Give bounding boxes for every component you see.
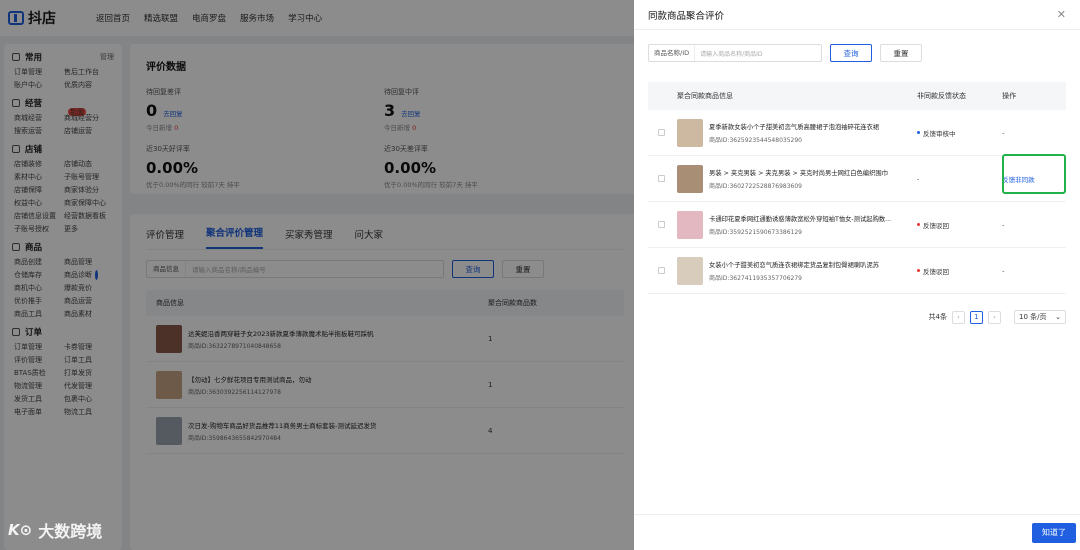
product-thumbnail[interactable]	[677, 164, 704, 193]
product-title: 卡通印花夏季网红通勤诱惑薄款宽松外穿短袖T恤女-测试起购数...	[709, 215, 892, 223]
action-placeholder: -	[1002, 267, 1005, 275]
same-product-drawer: 同款商品聚合评价 ✕ 商品名称/ID 请输入商品名称/商品ID 查询 重置 聚合…	[634, 0, 1080, 550]
modal-overlay[interactable]: K⊙ 大数跨境	[0, 0, 634, 550]
search-label: 商品名称/ID	[649, 45, 696, 61]
highlight-box	[1002, 154, 1066, 194]
watermark: K⊙ 大数跨境	[8, 518, 102, 542]
status-text: 反馈审核中	[923, 129, 956, 138]
status-text: 反馈驳回	[923, 267, 949, 276]
pagination-total: 共4条	[928, 313, 947, 321]
drawer-title: 同款商品聚合评价	[648, 10, 725, 22]
feedback-status: -	[917, 175, 1002, 183]
page-size-value: 10 条/页	[1019, 313, 1047, 321]
got-it-button[interactable]: 知道了	[1032, 522, 1076, 543]
column-header: 聚合同款商品信息	[677, 92, 734, 100]
watermark-text: 大数跨境	[38, 522, 103, 541]
table-row: 夏季新款女装小个子甜美初恋气质高腰裙子泡泡袖碎花连衣裙 商品ID:36259235…	[648, 110, 1066, 156]
product-title: 女装小个子甜美初恋气质连衣裙绑定货品复制包臀裙喇叭泥苏	[709, 261, 880, 269]
page-size-select[interactable]: 10 条/页 ⌄	[1014, 310, 1066, 324]
product-id: 商品ID:3592521590673386129	[709, 228, 802, 236]
feedback-status: 反馈驳回	[917, 220, 1002, 230]
row-checkbox[interactable]	[658, 267, 665, 274]
prev-page-icon[interactable]: ‹	[952, 310, 965, 324]
drawer-query-button[interactable]: 查询	[830, 44, 872, 62]
watermark-logo-icon: K⊙	[8, 521, 33, 539]
product-thumbnail[interactable]	[677, 256, 704, 285]
action-placeholder: -	[1002, 221, 1005, 229]
status-dot-icon	[917, 269, 920, 272]
search-placeholder: 请输入商品名称/商品ID	[700, 50, 763, 58]
feedback-status: 反馈驳回	[917, 266, 1002, 276]
column-header: 操作	[1002, 92, 1017, 100]
table-row: 卡通印花夏季网红通勤诱惑薄款宽松外穿短袖T恤女-测试起购数... 商品ID:359…	[648, 202, 1066, 248]
pagination: 共4条 ‹ 1 › 10 条/页 ⌄	[648, 310, 1066, 324]
table-row: 男装 > 夹克男装 > 夹克男装 > 夹克时尚男士网红白色编织围巾 商品ID:36…	[648, 154, 1066, 202]
status-text: 反馈驳回	[923, 221, 949, 230]
status-text: -	[917, 174, 920, 183]
close-icon[interactable]: ✕	[1057, 8, 1066, 21]
drawer-reset-button[interactable]: 重置	[880, 44, 922, 62]
product-title: 男装 > 夹克男装 > 夹克男装 > 夹克时尚男士网红白色编织围巾	[709, 169, 888, 177]
row-checkbox[interactable]	[658, 175, 665, 182]
product-title: 夏季新款女装小个子甜美初恋气质高腰裙子泡泡袖碎花连衣裙	[709, 123, 880, 131]
product-thumbnail[interactable]	[677, 210, 704, 239]
drawer-search-input[interactable]: 商品名称/ID 请输入商品名称/商品ID	[648, 44, 822, 62]
table-row: 女装小个子甜美初恋气质连衣裙绑定货品复制包臀裙喇叭泥苏 商品ID:36274119…	[648, 248, 1066, 294]
product-thumbnail[interactable]	[677, 118, 704, 147]
row-checkbox[interactable]	[658, 129, 665, 136]
product-id: 商品ID:3602722528876983609	[709, 182, 802, 190]
action-placeholder: -	[1002, 129, 1005, 137]
column-header: 非同款反馈状态	[917, 92, 966, 100]
feedback-status: 反馈审核中	[917, 128, 1002, 138]
next-page-icon[interactable]: ›	[988, 310, 1001, 324]
row-checkbox[interactable]	[658, 221, 665, 228]
product-id: 商品ID:3627411935357706279	[709, 274, 802, 282]
page-number[interactable]: 1	[970, 310, 983, 324]
status-dot-icon	[917, 223, 920, 226]
same-product-table: 聚合同款商品信息 非同款反馈状态 操作 夏季新款女装小个子甜美初恋气质高腰裙子泡…	[648, 82, 1066, 294]
chevron-down-icon: ⌄	[1055, 313, 1061, 321]
status-dot-icon	[917, 131, 920, 134]
product-id: 商品ID:3625923544548035290	[709, 136, 802, 144]
